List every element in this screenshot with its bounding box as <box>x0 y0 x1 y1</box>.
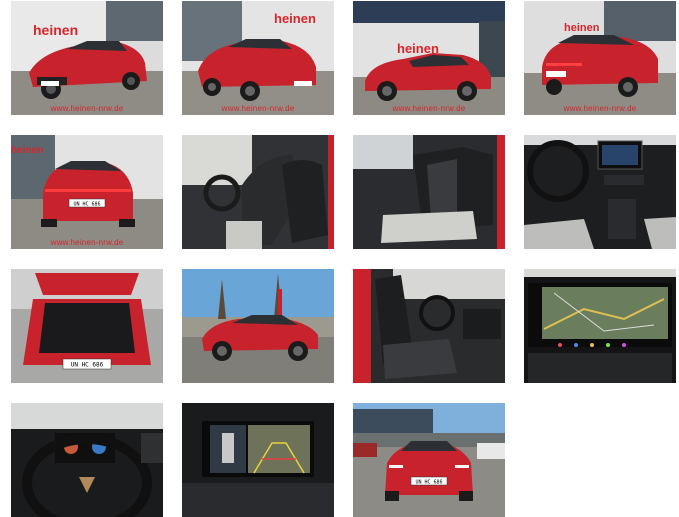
thumbnail-exterior-front-lot[interactable]: UN HC 686 <box>353 403 505 517</box>
dealer-url-watermark: www.heinen-nrw.de <box>392 104 466 113</box>
thumbnail-interior-door-view[interactable] <box>353 269 505 383</box>
car-photo-side: heinen <box>353 1 505 115</box>
dealer-url-watermark: www.heinen-nrw.de <box>50 238 124 247</box>
car-photo-navigation <box>524 269 676 383</box>
image-gallery: heinen www.heinen-nrw.de heinen www.hein… <box>0 0 679 517</box>
license-plate: UN HC 686 <box>73 202 100 208</box>
car-photo-front-left: heinen <box>11 1 163 115</box>
car-photo-rear-left: heinen <box>524 1 676 115</box>
thumbnail-reverse-camera-screen[interactable] <box>182 403 334 517</box>
car-photo-front-left-2: heinen <box>182 1 334 115</box>
license-plate: UN HC 686 <box>71 362 104 369</box>
thumbnail-exterior-rear[interactable]: heinen UN HC 686 www.heinen-nrw.de <box>11 135 163 249</box>
dealer-logo-text: heinen <box>274 11 316 26</box>
thumbnail-interior-dashboard[interactable] <box>524 135 676 249</box>
car-photo-front-lot: UN HC 686 <box>353 403 505 517</box>
dealer-logo-text: heinen <box>33 22 78 38</box>
car-photo-rear: heinen UN HC 686 <box>11 135 163 249</box>
car-photo-parking-lot <box>182 269 334 383</box>
thumbnail-exterior-front-left[interactable]: heinen www.heinen-nrw.de <box>11 1 163 115</box>
car-photo-reverse-camera <box>182 403 334 517</box>
license-plate: UN HC 686 <box>415 480 442 486</box>
car-photo-steering-wheel <box>11 403 163 517</box>
car-photo-trunk: UN HC 686 <box>11 269 163 383</box>
car-photo-interior-front <box>182 135 334 249</box>
thumbnail-exterior-side[interactable]: heinen www.heinen-nrw.de <box>353 1 505 115</box>
car-photo-interior-door <box>353 269 505 383</box>
dealer-url-watermark: www.heinen-nrw.de <box>50 104 124 113</box>
dealer-logo-text: heinen <box>11 145 43 156</box>
car-photo-interior-rear <box>353 135 505 249</box>
dealer-logo-text: heinen <box>564 22 600 34</box>
thumbnail-interior-front-seats[interactable] <box>182 135 334 249</box>
dealer-url-watermark: www.heinen-nrw.de <box>563 104 637 113</box>
thumbnail-exterior-rear-left[interactable]: heinen www.heinen-nrw.de <box>524 1 676 115</box>
thumbnail-trunk-open[interactable]: UN HC 686 <box>11 269 163 383</box>
thumbnail-navigation-screen[interactable] <box>524 269 676 383</box>
car-photo-dashboard <box>524 135 676 249</box>
thumbnail-exterior-parking-lot[interactable] <box>182 269 334 383</box>
thumbnail-interior-rear-seats[interactable] <box>353 135 505 249</box>
thumbnail-exterior-front-left-2[interactable]: heinen www.heinen-nrw.de <box>182 1 334 115</box>
thumbnail-steering-wheel[interactable] <box>11 403 163 517</box>
dealer-url-watermark: www.heinen-nrw.de <box>221 104 295 113</box>
